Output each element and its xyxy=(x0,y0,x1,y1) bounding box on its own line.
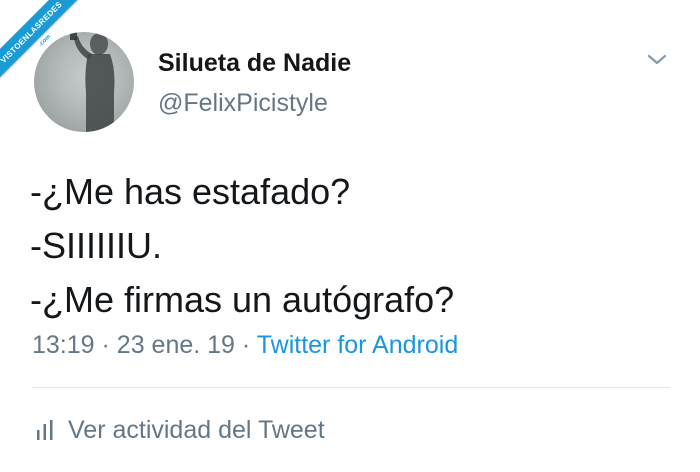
chevron-down-icon[interactable] xyxy=(645,50,669,70)
watermark-badge: VISTOENLASREDES .com xyxy=(0,0,90,90)
tweet-text: -¿Me has estafado? -SIIIIIIU. -¿Me firma… xyxy=(30,165,454,327)
user-handle[interactable]: @FelixPicistyle xyxy=(158,89,328,118)
meta-separator: · xyxy=(101,331,110,359)
display-name[interactable]: Silueta de Nadie xyxy=(158,49,351,78)
tweet-line: -SIIIIIIU. xyxy=(30,225,163,266)
tweet-date[interactable]: 23 ene. 19 xyxy=(117,331,235,359)
meta-separator: · xyxy=(241,331,251,359)
tweet-activity-button[interactable]: Ver actividad del Tweet xyxy=(36,414,325,446)
tweet-time: 13:19 xyxy=(32,331,95,359)
divider xyxy=(32,387,670,388)
tweet-activity-label: Ver actividad del Tweet xyxy=(68,415,325,444)
tweet-line: -¿Me firmas un autógrafo? xyxy=(30,279,455,320)
tweet-source-link[interactable]: Twitter for Android xyxy=(257,331,458,359)
bar-chart-icon xyxy=(37,420,53,440)
tweet-metadata: 13:19 · 23 ene. 19 · Twitter for Android xyxy=(32,331,458,360)
tweet-line: -¿Me has estafado? xyxy=(30,171,351,212)
